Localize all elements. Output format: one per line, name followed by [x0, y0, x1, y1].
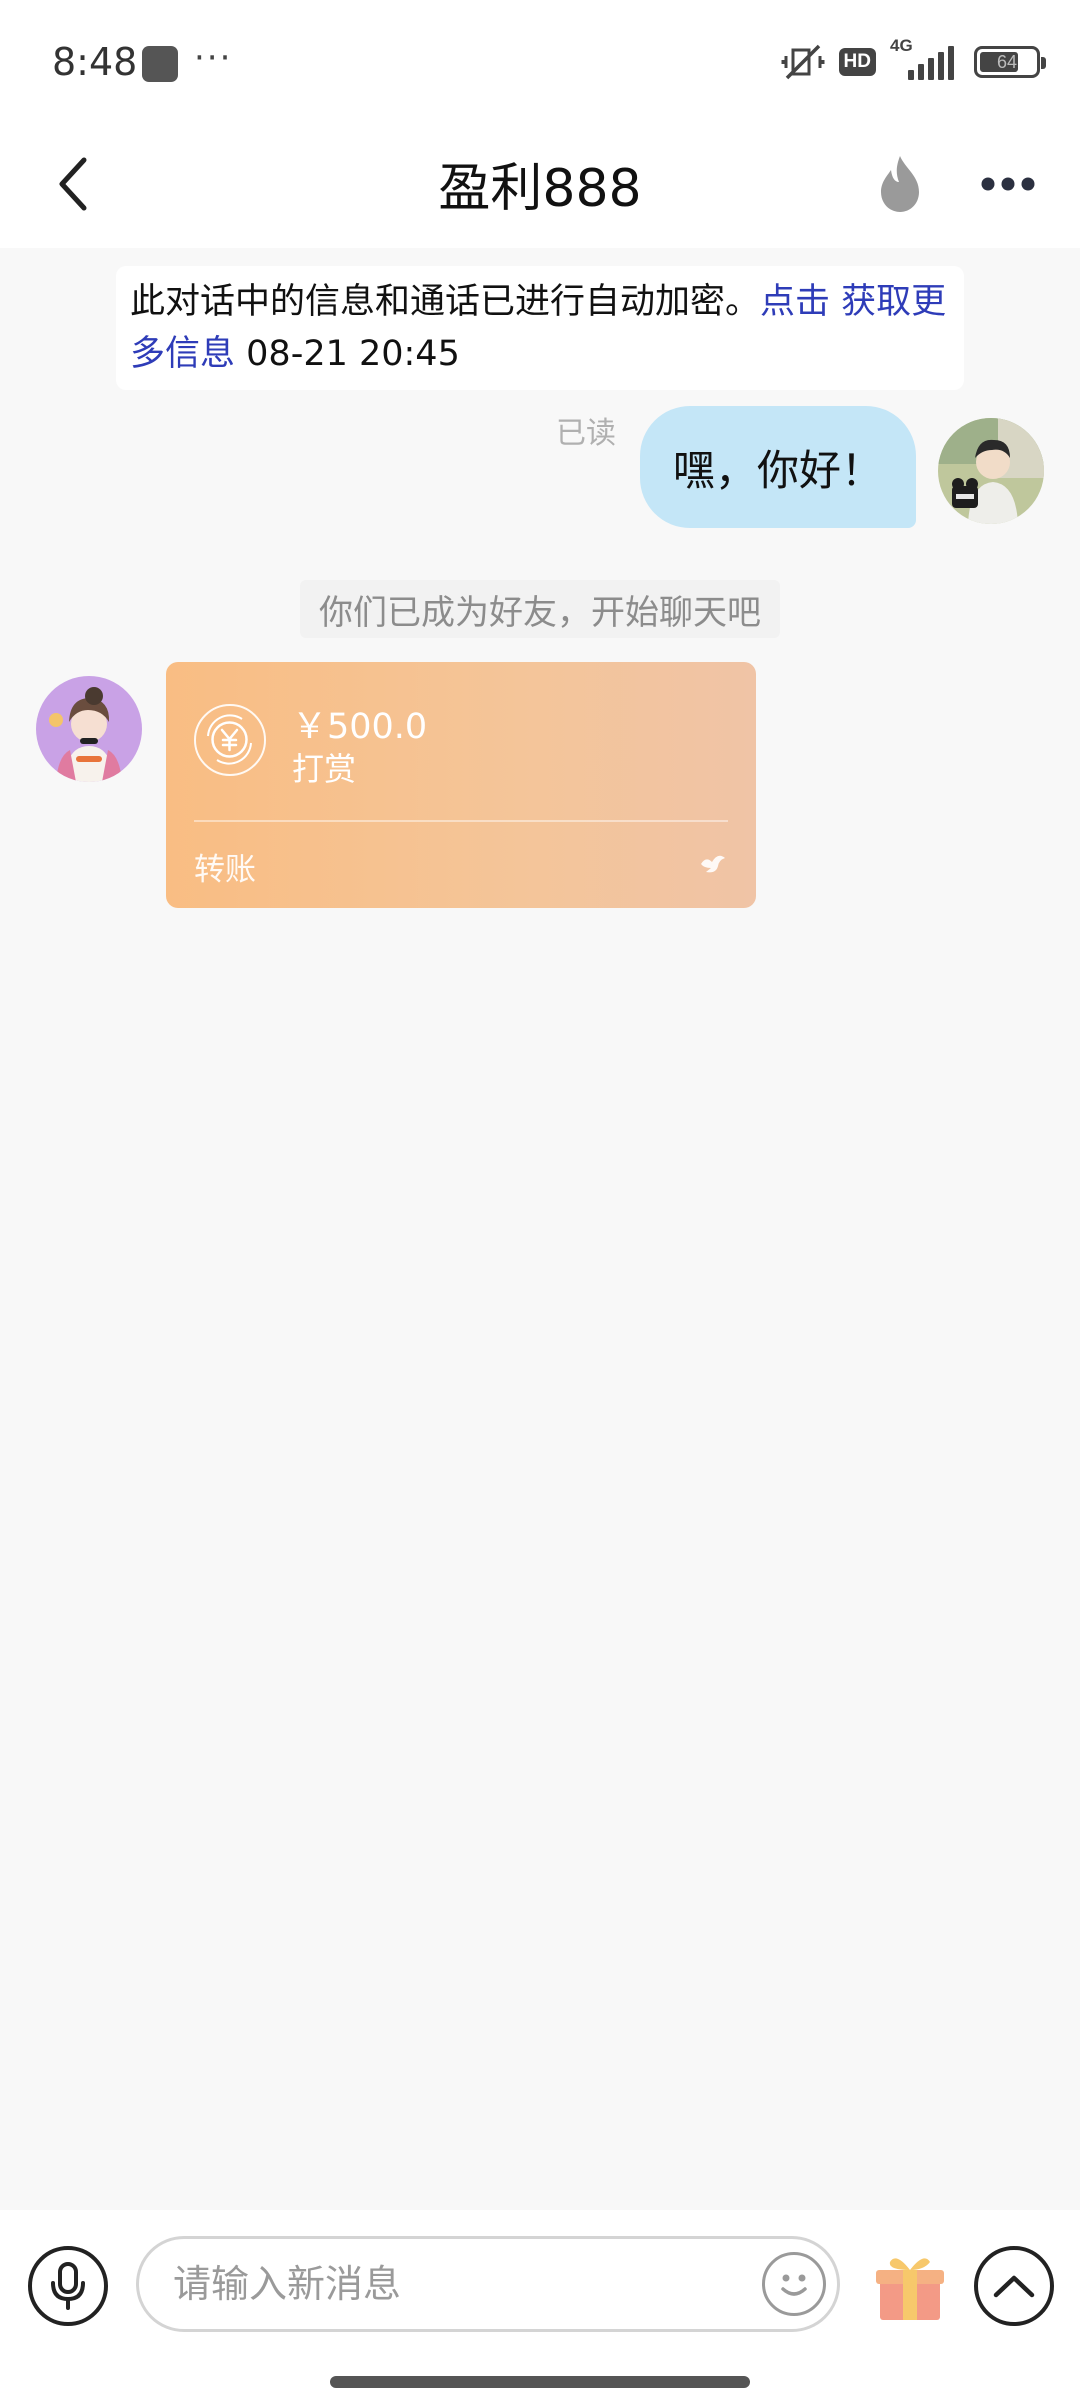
gift-button[interactable] [870, 2246, 950, 2326]
signal-icon: 4G [890, 36, 960, 82]
read-status: 已读 [556, 416, 616, 451]
yuan-transfer-icon [194, 704, 266, 776]
home-indicator[interactable] [330, 2376, 750, 2388]
friend-added-system-message: 你们已成为好友，开始聊天吧 [300, 580, 780, 638]
notice-timestamp: 08-21 20:45 [246, 334, 460, 374]
emoji-button[interactable] [762, 2252, 826, 2316]
transfer-card[interactable]: ￥500.0 打赏 转账 [166, 662, 756, 908]
hd-icon: HD [838, 48, 876, 76]
battery-icon: 64 [974, 46, 1046, 78]
battery-level: 64 [996, 51, 1018, 72]
transfer-divider [194, 820, 728, 822]
gift-icon [876, 2258, 944, 2320]
outgoing-message-bubble[interactable]: 嘿，你好！ [640, 406, 916, 528]
chevron-up-icon [993, 2275, 1035, 2298]
smiley-icon [781, 2274, 807, 2296]
outgoing-message-text: 嘿，你好！ [672, 445, 883, 495]
encryption-notice: 此对话中的信息和通话已进行自动加密。点击 获取更多信息 08-21 20:45 [116, 266, 964, 390]
message-input[interactable] [136, 2236, 840, 2332]
flame-button[interactable] [858, 142, 942, 226]
flame-icon [881, 156, 919, 212]
status-icons: HD 4G 64 [781, 36, 1046, 84]
transfer-amount: ￥500.0 [292, 707, 428, 747]
status-bar: 8:48 ··· HD 4G 64 [0, 0, 1080, 120]
chat-header: 盈利888 [0, 120, 1080, 248]
transfer-type-label: 转账 [194, 852, 256, 888]
more-notifications-icon: ··· [194, 38, 233, 78]
expand-more-button[interactable] [974, 2246, 1054, 2326]
bird-logo-icon [701, 855, 725, 873]
transfer-description: 打赏 [292, 750, 357, 788]
encryption-text: 此对话中的信息和通话已进行自动加密。 [130, 282, 761, 322]
friend-avatar[interactable] [36, 676, 142, 782]
voice-button[interactable] [28, 2246, 108, 2326]
microphone-icon [51, 2262, 85, 2310]
more-horizontal-icon [981, 177, 1035, 191]
vibrate-mute-icon [781, 44, 825, 80]
chat-area[interactable]: 此对话中的信息和通话已进行自动加密。点击 获取更多信息 08-21 20:45 … [0, 248, 1080, 2210]
system-message-text: 你们已成为好友，开始聊天吧 [319, 592, 761, 633]
app-notification-icon [142, 46, 178, 82]
status-time: 8:48 [52, 40, 138, 84]
message-input-bar [0, 2210, 1080, 2400]
my-avatar[interactable] [938, 418, 1044, 524]
more-options-button[interactable] [966, 142, 1050, 226]
